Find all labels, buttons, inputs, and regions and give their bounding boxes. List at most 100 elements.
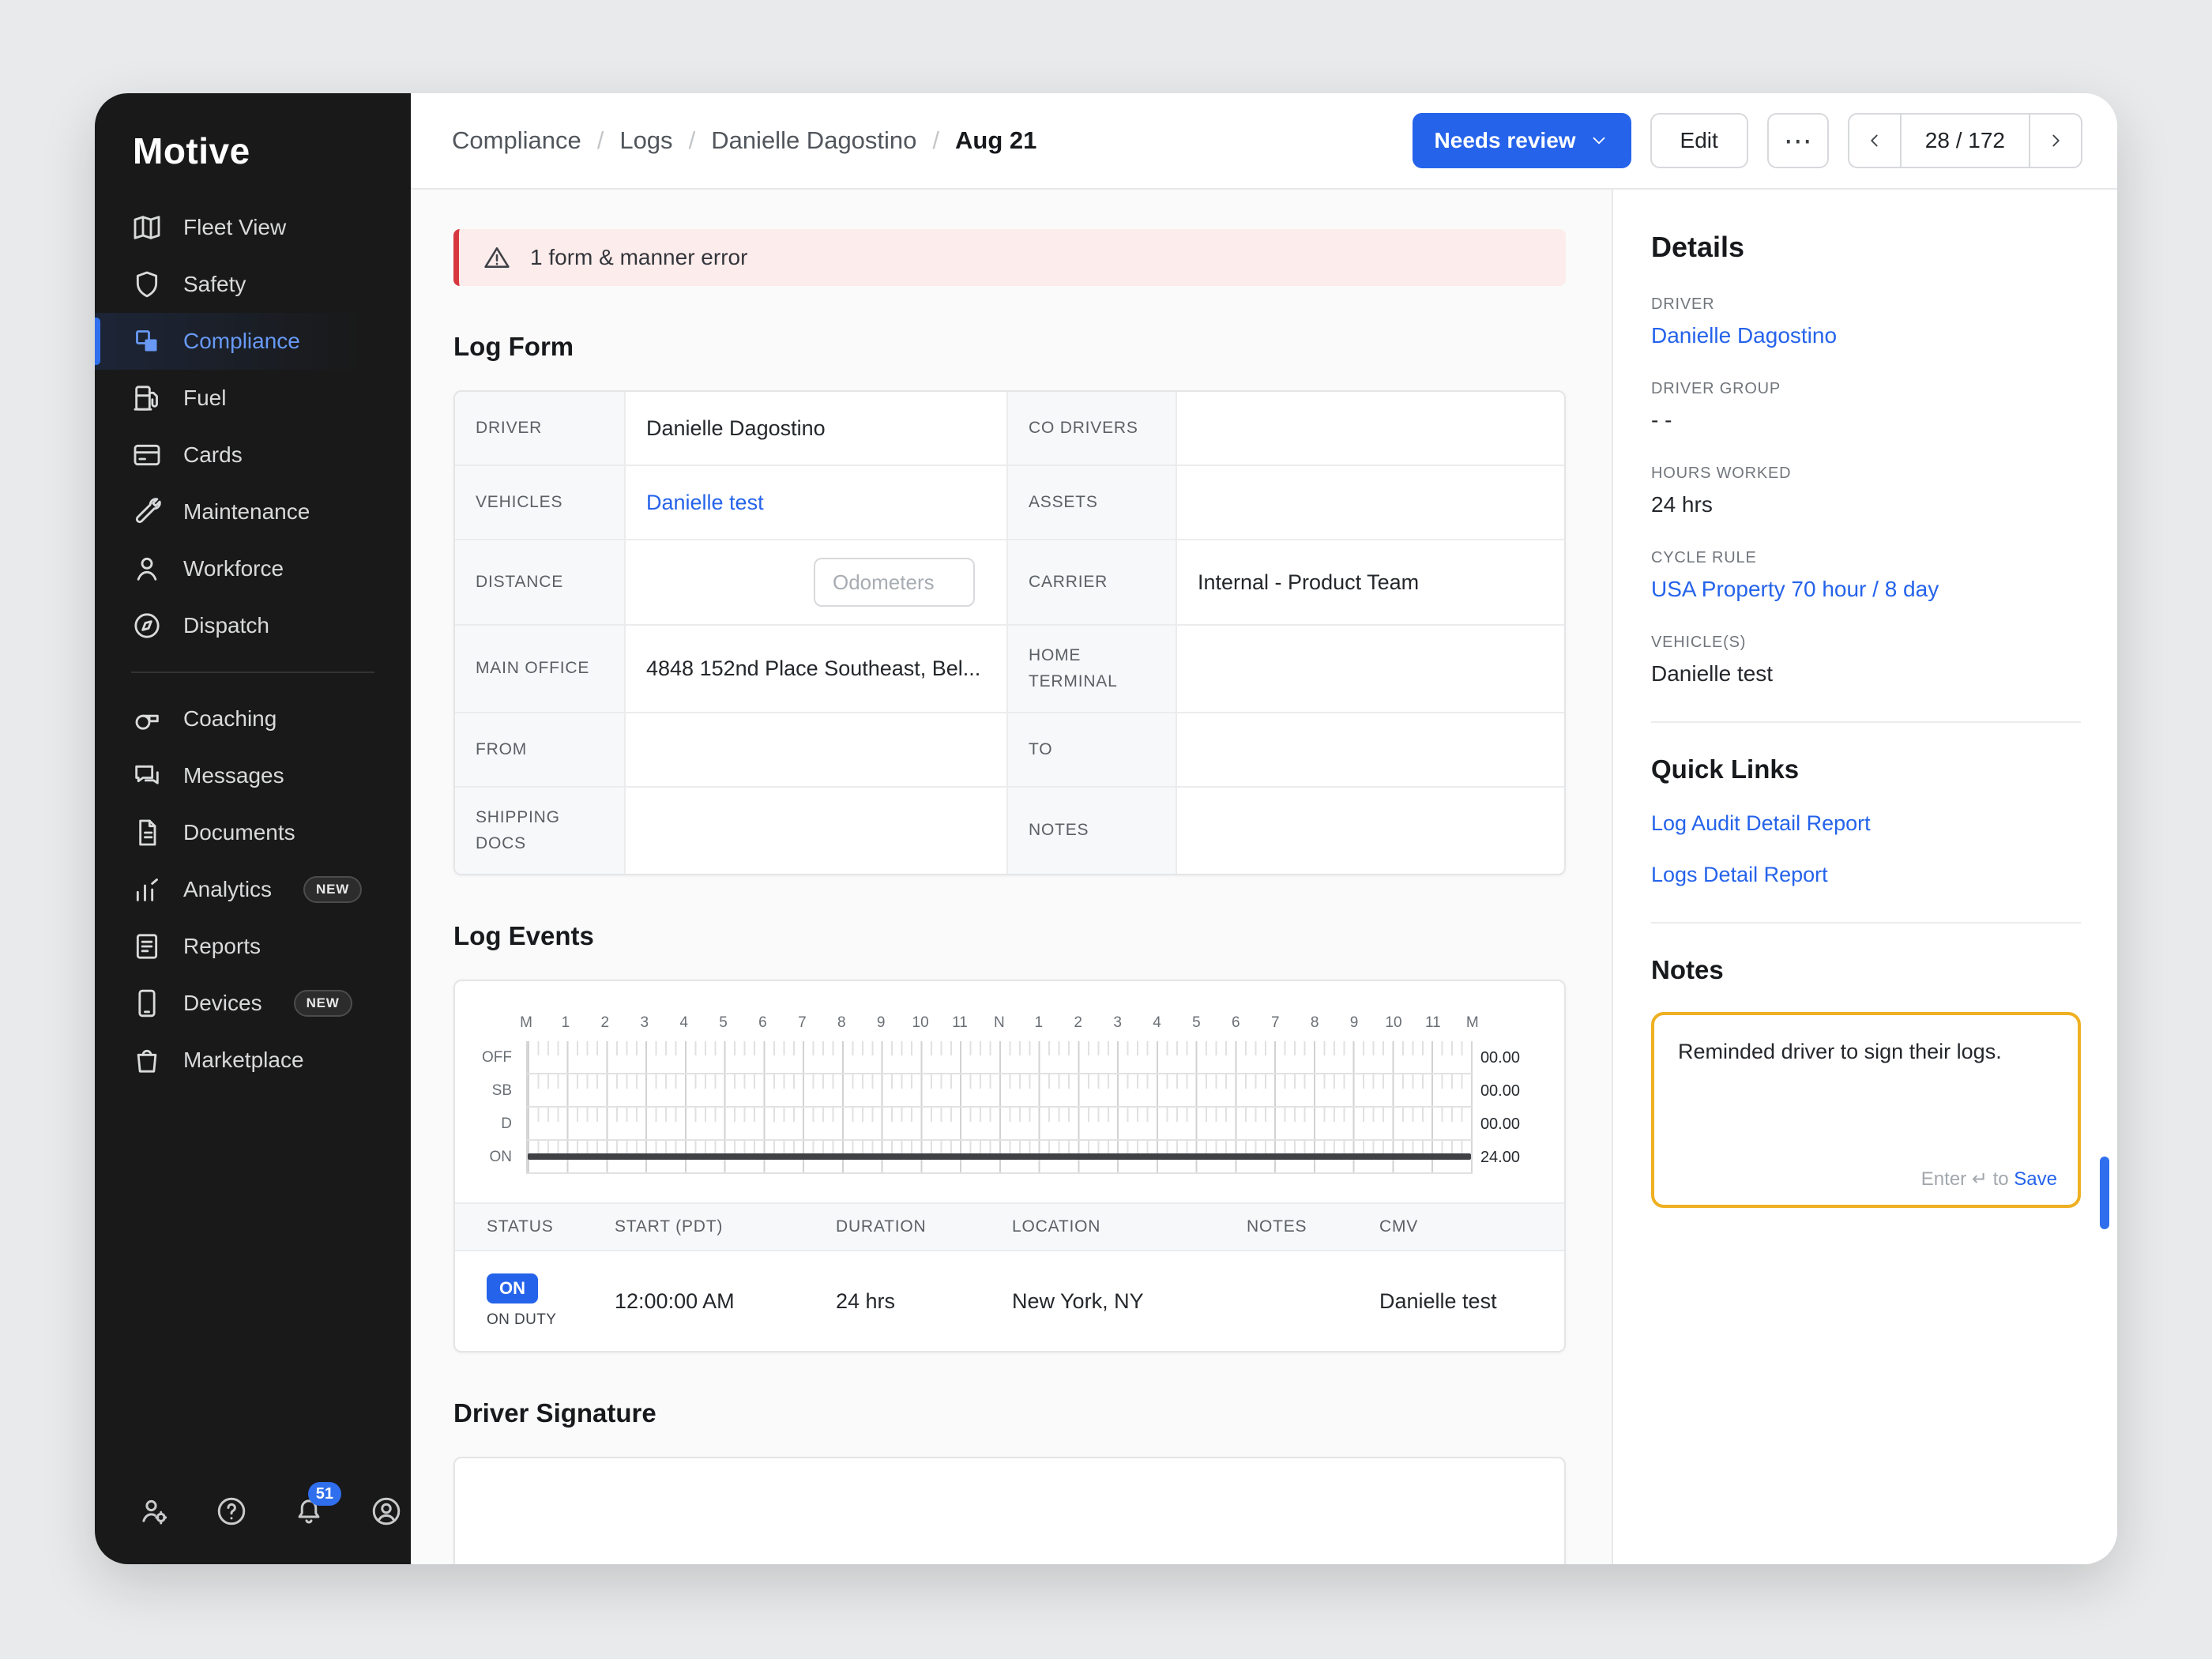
log-form-row: DISTANCE CARRIER Internal - Product Team (455, 540, 1564, 626)
start-cell: 12:00:00 AM (615, 1289, 836, 1314)
admin-user-icon[interactable] (137, 1495, 171, 1528)
shipping-docs-value (626, 788, 1008, 874)
sidebar-item-reports[interactable]: Reports (95, 918, 411, 975)
shield-icon (131, 269, 163, 300)
status-cell: ON ON DUTY (487, 1273, 615, 1329)
sidebar-divider (131, 672, 374, 673)
column-header: CMV (1379, 1217, 1533, 1236)
cycle-rule-link[interactable]: USA Property 70 hour / 8 day (1651, 577, 2081, 602)
hos-grid-d (526, 1108, 1473, 1141)
hos-hour-labels: M1234567891011N1234567891011M (526, 1014, 1473, 1041)
notifications-bell-icon[interactable]: 51 (292, 1495, 325, 1528)
sidebar-item-label: Messages (183, 763, 284, 788)
sidebar-item-dispatch[interactable]: Dispatch (95, 597, 411, 654)
more-options-button[interactable]: ⋯ (1767, 113, 1829, 168)
sidebar-item-devices[interactable]: Devices NEW (95, 975, 411, 1032)
details-panel: Details DRIVER Danielle Dagostino DRIVER… (1612, 190, 2117, 1564)
sidebar-item-marketplace[interactable]: Marketplace (95, 1032, 411, 1089)
device-icon (131, 988, 163, 1019)
field-label: DISTANCE (455, 540, 626, 624)
field-label: VEHICLES (455, 466, 626, 539)
main-area: Compliance / Logs / Danielle Dagostino /… (411, 93, 2117, 1564)
log-form-title: Log Form (453, 332, 1566, 362)
sidebar-item-fleet-view[interactable]: Fleet View (95, 199, 411, 256)
field-label: MAIN OFFICE (455, 626, 626, 712)
log-events-title: Log Events (453, 921, 1566, 951)
hos-total-d: 00.00 (1473, 1108, 1564, 1141)
sidebar-item-label: Fuel (183, 386, 226, 411)
column-header: NOTES (1247, 1217, 1379, 1236)
breadcrumb-separator: / (689, 126, 696, 155)
field-label: SHIPPING DOCS (455, 788, 626, 874)
sidebar-item-cards[interactable]: Cards (95, 427, 411, 483)
logs-detail-report-link[interactable]: Logs Detail Report (1651, 863, 2081, 887)
more-options-icon: ⋯ (1784, 126, 1812, 155)
field-label: CO DRIVERS (1008, 392, 1177, 465)
vehicles-link[interactable]: Danielle test (646, 491, 764, 515)
sidebar-item-analytics[interactable]: Analytics NEW (95, 861, 411, 918)
driver-link[interactable]: Danielle Dagostino (1651, 323, 2081, 348)
sidebar-item-messages[interactable]: Messages (95, 747, 411, 804)
hos-duty-chart: M1234567891011N1234567891011M OFF 00.00 … (455, 981, 1564, 1202)
cmv-cell: Danielle test (1379, 1289, 1533, 1314)
notes-title: Notes (1651, 955, 2081, 985)
log-pagination: 28 / 172 (1848, 113, 2082, 168)
notes-text: Reminded driver to sign their logs. (1678, 1037, 2054, 1067)
edit-button[interactable]: Edit (1650, 113, 1748, 168)
notes-textarea[interactable]: Reminded driver to sign their logs. Ente… (1651, 1012, 2081, 1208)
sidebar-item-label: Dispatch (183, 613, 269, 638)
help-icon[interactable] (215, 1495, 248, 1528)
needs-review-dropdown-button[interactable]: Needs review (1413, 113, 1631, 168)
odometers-input[interactable] (814, 558, 975, 607)
field-label: NOTES (1008, 788, 1177, 874)
breadcrumb-separator: / (597, 126, 604, 155)
breadcrumb-driver[interactable]: Danielle Dagostino (711, 126, 916, 155)
page-header: Compliance / Logs / Danielle Dagostino /… (411, 93, 2117, 190)
details-title: Details (1651, 231, 2081, 264)
sidebar-item-label: Documents (183, 820, 295, 845)
previous-log-button[interactable] (1849, 115, 1900, 167)
duration-cell: 24 hrs (836, 1289, 1012, 1314)
person-icon (131, 553, 163, 585)
fuel-pump-icon (131, 382, 163, 414)
carrier-value: Internal - Product Team (1177, 540, 1564, 624)
log-detail-content: 1 form & manner error Log Form DRIVER Da… (411, 190, 1612, 1564)
sidebar-item-compliance[interactable]: Compliance (95, 313, 411, 370)
sidebar-item-label: Analytics (183, 877, 272, 902)
log-form-row: SHIPPING DOCS NOTES (455, 788, 1564, 874)
header-actions: Needs review Edit ⋯ 28 / 172 (1413, 113, 2082, 168)
log-audit-detail-report-link[interactable]: Log Audit Detail Report (1651, 811, 2081, 836)
hos-total-on: 24.00 (1473, 1141, 1564, 1174)
next-log-button[interactable] (2030, 115, 2081, 167)
field-label: HOME TERMINAL (1008, 626, 1177, 712)
wrench-icon (131, 496, 163, 528)
sidebar-item-label: Devices (183, 991, 262, 1016)
sidebar-item-safety[interactable]: Safety (95, 256, 411, 313)
sidebar-item-workforce[interactable]: Workforce (95, 540, 411, 597)
chevron-down-icon (1589, 130, 1609, 151)
sidebar-item-fuel[interactable]: Fuel (95, 370, 411, 427)
log-event-row[interactable]: ON ON DUTY 12:00:00 AM 24 hrs New York, … (455, 1251, 1564, 1351)
map-icon (131, 212, 163, 243)
sidebar-item-label: Cards (183, 442, 243, 468)
main-office-value: 4848 152nd Place Southeast, Bel... (626, 626, 1008, 712)
sidebar-item-maintenance[interactable]: Maintenance (95, 483, 411, 540)
field-label: TO (1008, 713, 1177, 786)
breadcrumb-compliance[interactable]: Compliance (452, 126, 581, 155)
details-divider (1651, 922, 2081, 924)
breadcrumb-logs[interactable]: Logs (619, 126, 672, 155)
new-badge: NEW (303, 876, 362, 903)
field-label: ASSETS (1008, 466, 1177, 539)
chevron-left-icon (1864, 130, 1885, 151)
sidebar: Motive Fleet View Safety Compliance Fuel… (95, 93, 411, 1564)
sidebar-item-coaching[interactable]: Coaching (95, 690, 411, 747)
vertical-scrollbar-thumb[interactable] (2100, 1157, 2109, 1229)
save-link[interactable]: Save (2014, 1168, 2057, 1190)
account-icon[interactable] (370, 1495, 403, 1528)
sidebar-item-documents[interactable]: Documents (95, 804, 411, 861)
credit-card-icon (131, 439, 163, 471)
hos-grid-sb (526, 1074, 1473, 1108)
hos-total-off: 00.00 (1473, 1041, 1564, 1074)
on-duty-badge: ON (487, 1273, 538, 1304)
compliance-icon (131, 325, 163, 357)
